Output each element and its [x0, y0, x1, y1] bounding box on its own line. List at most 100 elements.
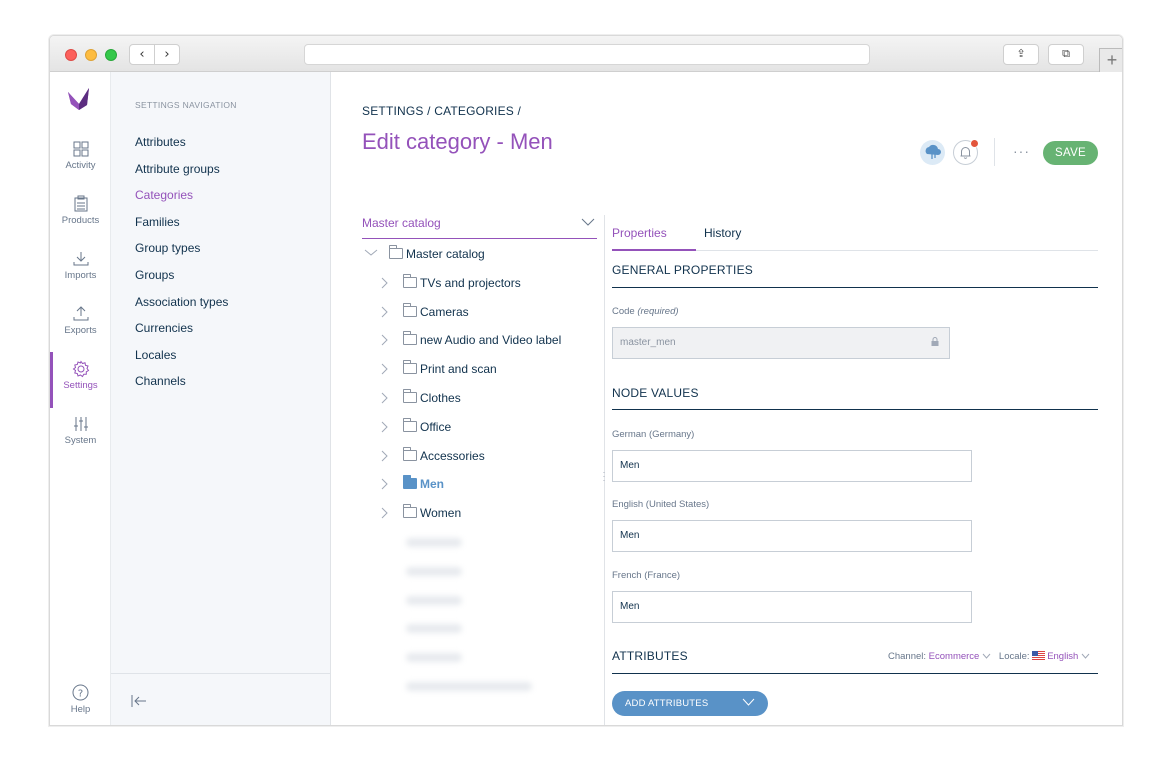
- label-input-fr-fr[interactable]: Men: [612, 591, 972, 623]
- tree-node[interactable]: Accessories: [362, 446, 602, 477]
- locale-switcher[interactable]: Locale: English: [999, 651, 1090, 662]
- attribute-context-switchers: Channel: Ecommerce Locale: English: [888, 651, 1090, 662]
- address-bar[interactable]: [304, 44, 870, 65]
- folder-icon: [403, 388, 417, 403]
- tree-placeholder-row: [362, 620, 602, 649]
- share-button[interactable]: ⇪: [1003, 44, 1039, 65]
- rail-item-label: Exports: [64, 325, 97, 336]
- label-input-de-de[interactable]: Men: [612, 450, 972, 482]
- breadcrumb[interactable]: SETTINGS / CATEGORIES /: [362, 104, 521, 118]
- settings-navigation-title: SETTINGS NAVIGATION: [135, 100, 237, 110]
- channel-switcher[interactable]: Channel: Ecommerce: [888, 651, 994, 662]
- chevron-down-icon[interactable]: [364, 246, 378, 262]
- drag-handle-icon[interactable]: · · ·: [600, 468, 608, 485]
- chevron-right-icon[interactable]: [380, 505, 390, 524]
- tree-placeholder-row: [362, 649, 602, 678]
- subnav-item-group-types[interactable]: Group types: [135, 241, 228, 268]
- code-label-text: Code: [612, 306, 635, 317]
- label-input-en-us[interactable]: Men: [612, 520, 972, 552]
- notification-badge: [970, 139, 979, 148]
- settings-navigation-footer: [111, 673, 331, 725]
- tab-properties[interactable]: Properties: [612, 226, 696, 251]
- rail-item-imports[interactable]: Imports: [50, 250, 111, 304]
- tree-node[interactable]: Women: [362, 504, 602, 534]
- channel-label: Channel:: [887, 651, 927, 662]
- code-field: master_men: [612, 327, 950, 359]
- subnav-item-categories[interactable]: Categories: [135, 188, 228, 215]
- rail-item-settings[interactable]: Settings: [50, 352, 111, 414]
- code-required-text: (required): [637, 306, 679, 317]
- tree-placeholder-row: [362, 592, 602, 621]
- add-attributes-label: ADD ATTRIBUTES: [625, 698, 709, 709]
- folder-icon: [403, 302, 417, 317]
- chevron-right-icon[interactable]: [380, 476, 390, 495]
- panel-tabs: Properties History: [612, 215, 1098, 251]
- new-tab-button[interactable]: +: [1099, 48, 1122, 72]
- subnav-item-families[interactable]: Families: [135, 215, 228, 242]
- subnav-item-attribute-groups[interactable]: Attribute groups: [135, 162, 228, 189]
- subnav-item-attributes[interactable]: Attributes: [135, 135, 228, 162]
- add-attributes-button[interactable]: ADD ATTRIBUTES: [612, 691, 768, 716]
- tab-history[interactable]: History: [704, 226, 741, 240]
- chevron-right-icon[interactable]: [380, 332, 390, 351]
- folder-icon: [403, 475, 417, 490]
- subnav-item-currencies[interactable]: Currencies: [135, 321, 228, 348]
- notifications-button[interactable]: [953, 139, 979, 165]
- products-icon: [74, 195, 87, 212]
- tree-selector-label: Master catalog: [362, 216, 441, 230]
- chevron-right-icon[interactable]: [380, 275, 390, 294]
- chevron-right-icon[interactable]: [380, 361, 390, 380]
- svg-text:?: ?: [78, 688, 83, 699]
- collapse-panel-icon[interactable]: [131, 694, 147, 708]
- akeneo-logo-icon[interactable]: [65, 84, 93, 112]
- subnav-item-association-types[interactable]: Association types: [135, 295, 228, 322]
- tree-node-selected[interactable]: Men: [362, 475, 602, 505]
- catalog-context-button[interactable]: [920, 140, 945, 165]
- tree-node-label: Clothes: [420, 390, 461, 405]
- chevron-right-icon[interactable]: [380, 448, 390, 467]
- show-tabs-button[interactable]: ⧉: [1048, 44, 1084, 65]
- tree-node[interactable]: Office: [362, 417, 602, 448]
- folder-icon: [403, 273, 417, 288]
- close-window-button[interactable]: [65, 49, 77, 61]
- save-button[interactable]: SAVE: [1043, 141, 1098, 165]
- rail-item-label: Activity: [65, 160, 96, 171]
- chevron-down-icon: [1081, 653, 1090, 659]
- help-link[interactable]: ? Help: [50, 684, 111, 715]
- rail-item-system[interactable]: System: [50, 415, 111, 469]
- rail-item-label: Products: [61, 215, 100, 226]
- exports-icon: [73, 306, 88, 321]
- browser-titlebar: ‹ › ⇪ ⧉ +: [50, 36, 1122, 72]
- tree-node-root[interactable]: Master catalog: [362, 245, 602, 275]
- forward-button[interactable]: ›: [154, 44, 180, 65]
- chevron-down-icon: [742, 691, 755, 716]
- locale-field-label: English (United States): [612, 499, 710, 510]
- tree-node[interactable]: Print and scan: [362, 360, 602, 390]
- rail-item-exports[interactable]: Exports: [50, 305, 111, 359]
- zoom-window-button[interactable]: [105, 49, 117, 61]
- chevron-right-icon[interactable]: [380, 390, 390, 409]
- subnav-item-channels[interactable]: Channels: [135, 374, 228, 401]
- rail-item-products[interactable]: Products: [50, 195, 111, 249]
- minimize-window-button[interactable]: [85, 49, 97, 61]
- imports-icon: [73, 252, 88, 266]
- tree-selector[interactable]: Master catalog: [362, 215, 597, 239]
- tree-node-label: Men: [420, 477, 444, 492]
- chevron-right-icon[interactable]: [380, 304, 390, 323]
- tree-node[interactable]: Clothes: [362, 388, 602, 419]
- tree-node[interactable]: Cameras: [362, 302, 602, 333]
- tree-placeholder-row: [362, 534, 602, 563]
- rail-item-activity[interactable]: Activity: [50, 140, 111, 194]
- subnav-item-locales[interactable]: Locales: [135, 348, 228, 375]
- rail-item-label: Imports: [64, 270, 97, 281]
- settings-navigation: SETTINGS NAVIGATION Attributes Attribute…: [111, 72, 331, 725]
- tree-node[interactable]: new Audio and Video label: [362, 331, 602, 361]
- chevron-down-icon: [982, 653, 991, 659]
- tree-node[interactable]: TVs and projectors: [362, 273, 602, 304]
- more-actions-button[interactable]: ···: [1013, 143, 1030, 159]
- locale-label: Locale:: [998, 651, 1030, 662]
- chevron-right-icon[interactable]: [380, 419, 390, 438]
- subnav-item-groups[interactable]: Groups: [135, 268, 228, 295]
- back-button[interactable]: ‹: [129, 44, 155, 65]
- main-content: SETTINGS / CATEGORIES / Edit category - …: [332, 72, 1122, 725]
